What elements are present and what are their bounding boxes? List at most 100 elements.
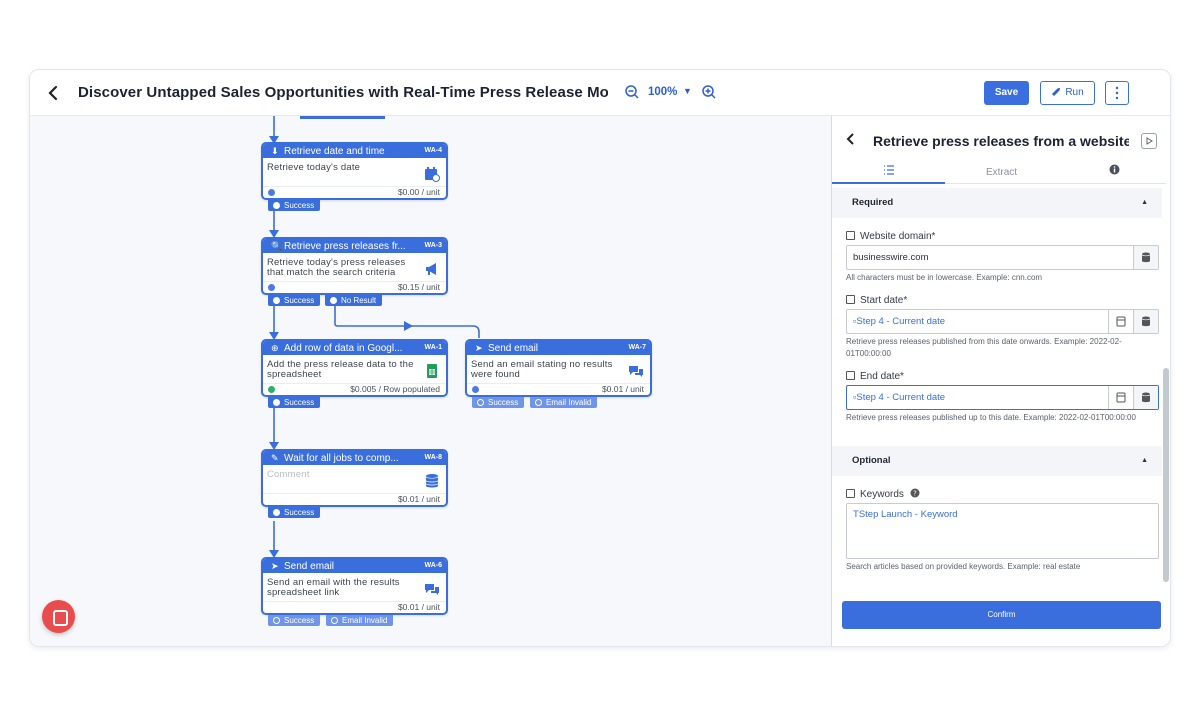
- start-date-hint: Retrieve press releases published from t…: [846, 337, 1122, 358]
- no-result-badge[interactable]: No Result: [325, 295, 383, 306]
- node-description: Retrieve today's date: [267, 162, 361, 173]
- success-badge[interactable]: Success: [472, 397, 525, 408]
- info-icon: [1109, 164, 1120, 175]
- keywords-label: Keywords ?: [846, 488, 920, 500]
- node-title: Send email: [284, 561, 335, 572]
- tab-settings[interactable]: [832, 164, 945, 184]
- confirm-button[interactable]: Confirm: [842, 601, 1161, 629]
- node-footer: $0.15 / unit: [263, 281, 446, 293]
- date-picker-button[interactable]: [1108, 386, 1133, 409]
- zoom-in-icon[interactable]: [701, 84, 717, 100]
- node-price: $0.01 / unit: [397, 602, 440, 612]
- success-badge[interactable]: Success: [268, 295, 321, 306]
- start-date-input[interactable]: ▫Step 4 - Current date: [846, 309, 1159, 334]
- node-price: $0.15 / unit: [397, 282, 440, 292]
- run-button[interactable]: Run: [1040, 81, 1095, 105]
- database-icon: [1142, 252, 1150, 263]
- bug-icon: [472, 386, 479, 393]
- back-arrow-icon[interactable]: [44, 83, 64, 103]
- workflow-canvas[interactable]: ⬇ Retrieve date and time WA-4 Retrieve tod…: [30, 116, 831, 646]
- end-date-input[interactable]: ▫Step 4 - Current date: [846, 385, 1159, 410]
- chat-support-button[interactable]: [42, 600, 75, 633]
- node-comment-placeholder[interactable]: Comment: [263, 465, 423, 480]
- step-settings-panel: Retrieve press releases from a website E…: [831, 116, 1170, 646]
- end-date-label-text: End date*: [860, 371, 904, 382]
- website-domain-value: businesswire.com: [853, 252, 929, 263]
- chevron-left-icon[interactable]: [844, 132, 858, 146]
- workflow-title[interactable]: Discover Untapped Sales Opportunities wi…: [78, 84, 608, 101]
- keywords-hint: Search articles based on provided keywor…: [846, 562, 1081, 571]
- success-badge[interactable]: Success: [268, 397, 321, 408]
- save-button[interactable]: Save: [984, 81, 1029, 105]
- email-invalid-badge[interactable]: Email Invalid: [326, 615, 394, 626]
- workflow-node-send-email-no-results[interactable]: ➤ Send email WA-7 Send an email stating no…: [465, 339, 652, 397]
- keywords-textarea[interactable]: TStep Launch - Keyword: [846, 503, 1159, 559]
- node-header: ⊕ Add row of data in Googl... WA-1: [263, 341, 446, 355]
- node-price: $0.01 / unit: [601, 384, 644, 394]
- required-section-header[interactable]: Required ▲: [832, 188, 1162, 218]
- rocket-icon: [1052, 88, 1061, 97]
- node-code: WA-7: [628, 344, 647, 351]
- search-icon: 🔍: [271, 241, 283, 251]
- node-footer: $0.00 / unit: [263, 186, 446, 198]
- node-price: $0.005 / Row populated: [350, 384, 440, 394]
- success-badge[interactable]: Success: [268, 615, 321, 626]
- keywords-value-text: Step Launch - Keyword: [858, 509, 958, 520]
- calendar-icon: [425, 167, 440, 182]
- node-header: ⬇ Retrieve date and time WA-4: [263, 144, 446, 158]
- website-domain-input[interactable]: businesswire.com: [846, 245, 1159, 270]
- email-invalid-badge[interactable]: Email Invalid: [530, 397, 598, 408]
- tab-info[interactable]: [1058, 164, 1170, 184]
- node-description: Add the press release data to the spread…: [267, 359, 414, 380]
- download-icon: ⬇: [271, 146, 279, 156]
- node-code: WA-1: [424, 344, 443, 351]
- node-description: Retrieve today's press releases that mat…: [267, 257, 406, 278]
- node-code: WA-8: [424, 454, 443, 461]
- website-domain-label-text: Website domain*: [860, 231, 936, 242]
- workflow-node-add-row[interactable]: ⊕ Add row of data in Googl... WA-1 Add the…: [261, 339, 448, 397]
- document-icon: [846, 489, 855, 498]
- play-icon: [1146, 137, 1153, 145]
- workflow-node-send-email-results[interactable]: ➤ Send email WA-6 Send an email with the r…: [261, 557, 448, 615]
- send-icon: ➤: [271, 561, 279, 571]
- variable-selector-button[interactable]: [1133, 246, 1158, 269]
- list-icon: [883, 165, 894, 175]
- end-date-value-text: Step 4 - Current date: [856, 392, 946, 403]
- zoom-out-icon[interactable]: [624, 84, 640, 100]
- success-badge[interactable]: Success: [268, 507, 321, 518]
- required-label: Required: [852, 197, 894, 208]
- node-description: Send an email with the results spreadshe…: [267, 577, 400, 598]
- megaphone-icon: [426, 263, 436, 275]
- start-date-label: Start date*: [846, 295, 907, 306]
- workflow-node-retrieve-date[interactable]: ⬇ Retrieve date and time WA-4 Retrieve tod…: [261, 142, 448, 200]
- kebab-icon: [1115, 86, 1119, 100]
- chevron-down-icon[interactable]: ▼: [683, 86, 692, 96]
- variable-selector-button[interactable]: [1133, 310, 1158, 333]
- bug-icon: [268, 189, 275, 196]
- node-title: Send email: [488, 343, 539, 354]
- node-code: WA-4: [424, 147, 443, 154]
- more-options-button[interactable]: [1105, 81, 1129, 105]
- tab-extract[interactable]: Extract: [945, 164, 1058, 184]
- end-date-hint: Retrieve press releases published up to …: [846, 413, 1136, 422]
- node-code: WA-3: [424, 242, 443, 249]
- bug-icon: [268, 284, 275, 291]
- window-icon: [846, 231, 855, 240]
- help-icon[interactable]: ?: [910, 488, 920, 498]
- caret-up-icon: ▲: [1141, 199, 1148, 206]
- workflow-node-wait-jobs[interactable]: ✎ Wait for all jobs to comp... WA-8 Commen…: [261, 449, 448, 507]
- workflow-node-retrieve-press[interactable]: 🔍 Retrieve press releases fr... WA-3 Retri…: [261, 237, 448, 295]
- test-step-button[interactable]: [1141, 133, 1157, 149]
- database-icon: [1142, 316, 1150, 327]
- variable-selector-button[interactable]: [1133, 386, 1158, 409]
- start-date-label-text: Start date*: [860, 295, 908, 306]
- optional-section-header[interactable]: Optional ▲: [832, 446, 1162, 476]
- zoom-level[interactable]: 100%: [648, 86, 677, 98]
- panel-scrollbar[interactable]: [1163, 368, 1169, 582]
- svg-text:?: ?: [913, 490, 917, 498]
- edit-note-icon: ✎: [271, 453, 279, 463]
- date-picker-button[interactable]: [1108, 310, 1133, 333]
- panel-form: Required ▲ Website domain* businesswire.…: [832, 186, 1166, 597]
- node-title: Retrieve press releases fr...: [284, 241, 406, 252]
- success-badge[interactable]: Success: [268, 200, 321, 211]
